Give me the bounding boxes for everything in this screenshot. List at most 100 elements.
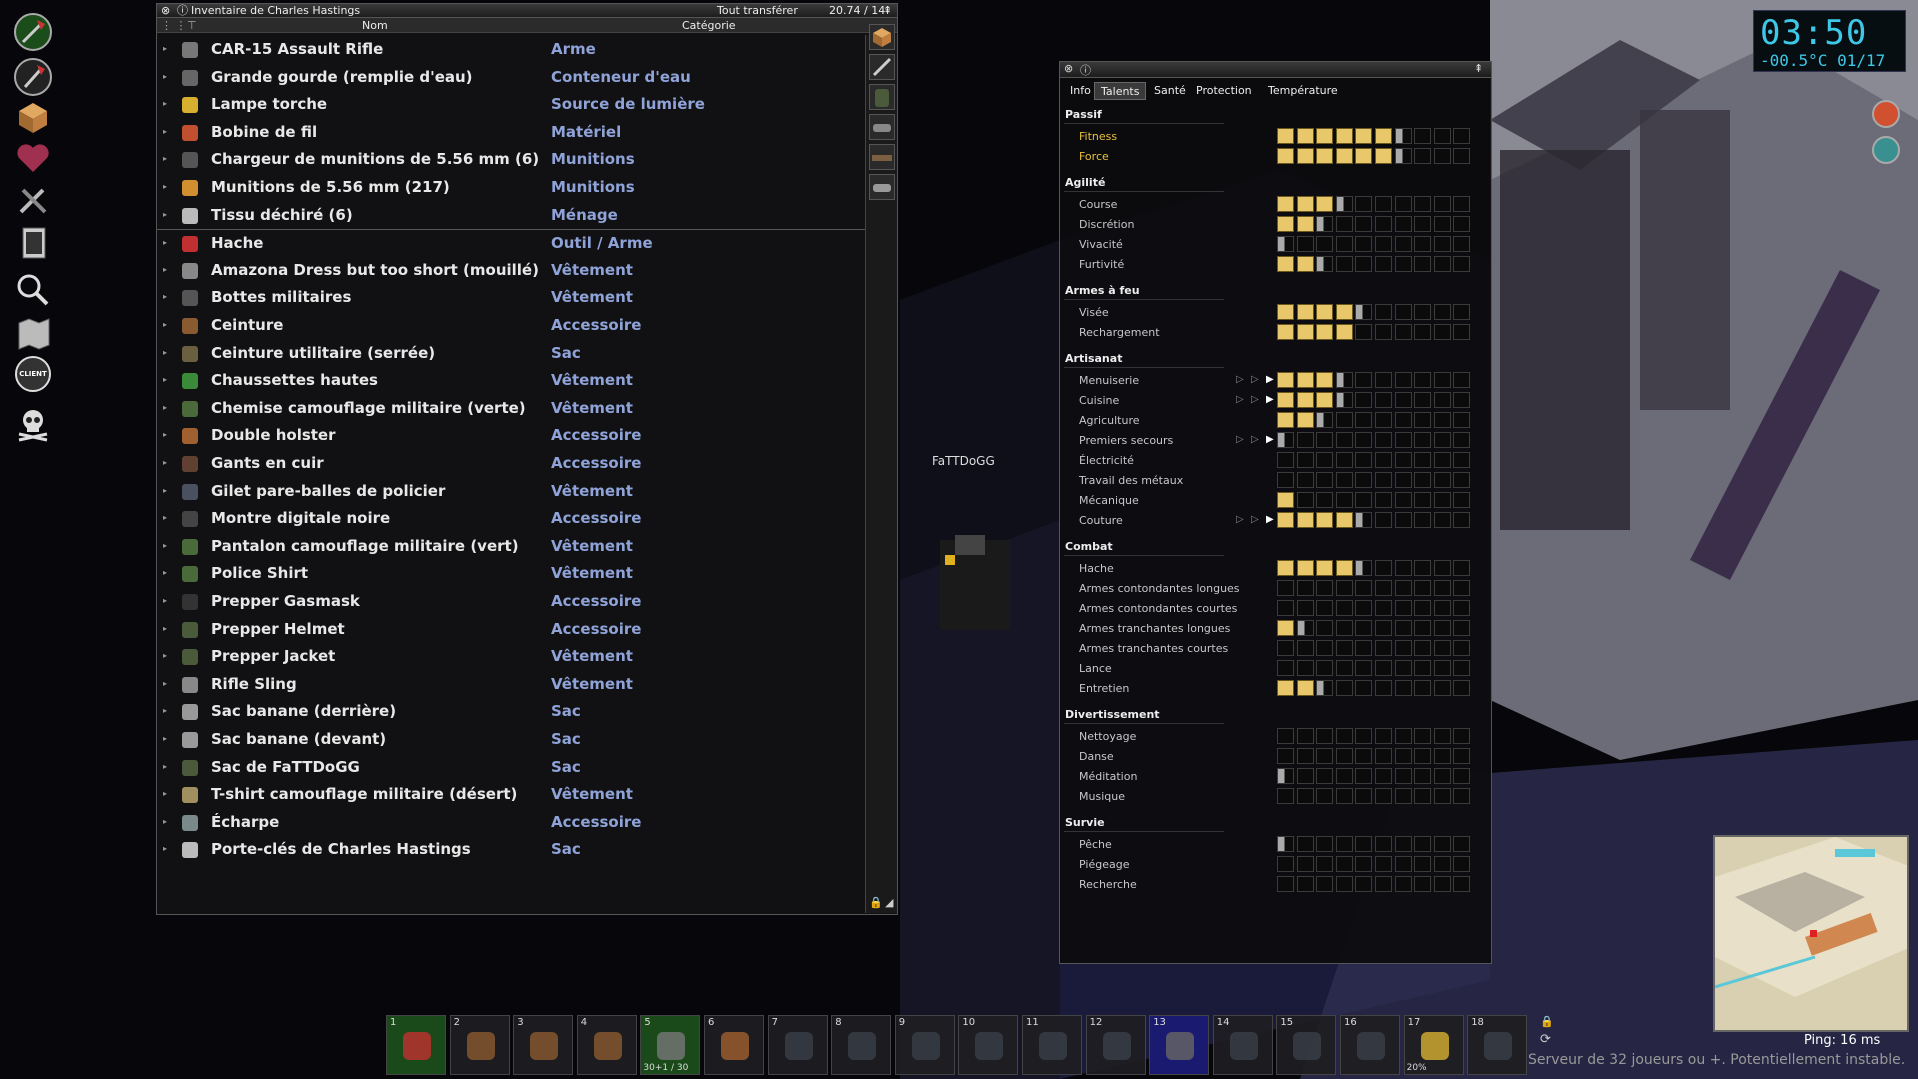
lock-icon[interactable]: 🔒 bbox=[869, 896, 883, 909]
inventory-item-row[interactable]: ▸ Pantalon camouflage militaire (vert) Vêt… bbox=[157, 533, 867, 560]
hotbar-slot[interactable]: 1 bbox=[386, 1015, 446, 1075]
expand-arrow-icon[interactable]: ▸ bbox=[163, 292, 167, 301]
info-icon[interactable]: ⓘ bbox=[1080, 62, 1091, 78]
expand-arrow-icon[interactable]: ▸ bbox=[163, 734, 167, 743]
mood-status-icon[interactable] bbox=[1872, 100, 1900, 128]
inventory-item-row[interactable]: ▸ Lampe torche Source de lumière bbox=[157, 91, 867, 118]
inventory-item-row[interactable]: ▸ Ceinture Accessoire bbox=[157, 312, 867, 339]
expand-arrow-icon[interactable]: ▸ bbox=[163, 486, 167, 495]
expand-arrow-icon[interactable]: ▸ bbox=[163, 541, 167, 550]
expand-arrow-icon[interactable]: ▸ bbox=[163, 154, 167, 163]
health-icon[interactable] bbox=[10, 138, 56, 178]
temperature-status-icon[interactable] bbox=[1872, 136, 1900, 164]
inventory-item-row[interactable]: ▸ Montre digitale noire Accessoire bbox=[157, 505, 867, 532]
column-name-header[interactable]: Nom bbox=[362, 18, 388, 33]
hotbar-slot[interactable]: 7 bbox=[767, 1015, 828, 1075]
character-titlebar[interactable]: ⊗ ⓘ ⇞ bbox=[1060, 62, 1491, 78]
inventory-item-row[interactable]: ▸ Porte-clés de Charles Hastings Sac bbox=[157, 836, 867, 863]
tab-température[interactable]: Température bbox=[1262, 82, 1344, 100]
expand-arrow-icon[interactable]: ▸ bbox=[163, 72, 167, 81]
inventory-item-row[interactable]: ▸ Gants en cuir Accessoire bbox=[157, 450, 867, 477]
expand-arrow-icon[interactable]: ▸ bbox=[163, 182, 167, 191]
inventory-item-row[interactable]: ▸ Tissu déchiré (6) Ménage bbox=[157, 202, 867, 229]
expand-arrow-icon[interactable]: ▸ bbox=[163, 651, 167, 660]
search-icon[interactable] bbox=[10, 270, 56, 310]
hotbar-slot[interactable]: 13 bbox=[1149, 1015, 1210, 1075]
hotbar-slot[interactable]: 5 30+1 / 30 bbox=[640, 1015, 701, 1075]
expand-arrow-icon[interactable]: ▸ bbox=[163, 817, 167, 826]
info-icon[interactable]: ⓘ bbox=[177, 4, 188, 18]
side-container-utility-belt[interactable] bbox=[869, 144, 895, 170]
hotbar-slot[interactable]: 16 bbox=[1340, 1015, 1400, 1075]
client-icon[interactable]: CLIENT bbox=[10, 354, 56, 394]
hotbar-slot[interactable]: 10 bbox=[958, 1015, 1019, 1075]
inventory-item-row[interactable]: ▸ Gilet pare-balles de policier Vêtement bbox=[157, 478, 867, 505]
inventory-item-row[interactable]: ▸ CAR-15 Assault Rifle Arme bbox=[157, 36, 867, 63]
hotbar-slot[interactable]: 14 bbox=[1212, 1015, 1273, 1075]
secondary-hand-button[interactable] bbox=[10, 57, 56, 97]
filter-icon[interactable]: ⊤ bbox=[187, 18, 197, 33]
movable-icon[interactable] bbox=[10, 222, 56, 262]
hotbar-slot[interactable]: 17 20% bbox=[1403, 1015, 1464, 1075]
side-container-fannypack-front[interactable] bbox=[869, 174, 895, 200]
inventory-item-row[interactable]: ▸ Prepper Jacket Vêtement bbox=[157, 643, 867, 670]
inventory-item-row[interactable]: ▸ Ceinture utilitaire (serrée) Sac bbox=[157, 340, 867, 367]
hotbar-slot[interactable]: 12 bbox=[1085, 1015, 1146, 1075]
crafting-icon[interactable] bbox=[10, 180, 56, 220]
hotbar-slot[interactable]: 3 bbox=[513, 1015, 574, 1075]
hotbar-slot[interactable]: 4 bbox=[576, 1015, 637, 1075]
expand-arrow-icon[interactable]: ▸ bbox=[163, 513, 167, 522]
inventory-titlebar[interactable]: ⊗ ⓘ Inventaire de Charles Hastings Tout … bbox=[157, 4, 897, 18]
expand-arrow-icon[interactable]: ▸ bbox=[163, 265, 167, 274]
expand-arrow-icon[interactable]: ▸ bbox=[163, 375, 167, 384]
hotbar-lock-icon[interactable]: 🔒 bbox=[1540, 1015, 1554, 1028]
inventory-item-row[interactable]: ▸ Hache Outil / Arme bbox=[157, 229, 867, 256]
expand-arrow-icon[interactable]: ▸ bbox=[163, 679, 167, 688]
map-icon[interactable] bbox=[10, 313, 56, 353]
close-icon[interactable]: ⊗ bbox=[1064, 62, 1073, 75]
expand-arrow-icon[interactable]: ▸ bbox=[163, 844, 167, 853]
expand-arrow-icon[interactable]: ▸ bbox=[163, 403, 167, 412]
inventory-item-row[interactable]: ▸ Sac banane (derrière) Sac bbox=[157, 698, 867, 725]
minimap[interactable] bbox=[1713, 835, 1909, 1032]
hotbar-refresh-icon[interactable]: ⟳ bbox=[1540, 1032, 1551, 1047]
expand-arrow-icon[interactable]: ▸ bbox=[163, 706, 167, 715]
inventory-item-row[interactable]: ▸ Chemise camouflage militaire (verte) Vêt… bbox=[157, 395, 867, 422]
collapse-icon[interactable]: ⇞ bbox=[883, 4, 892, 18]
hotbar-slot[interactable]: 18 bbox=[1467, 1015, 1528, 1075]
skull-icon[interactable] bbox=[10, 404, 56, 444]
tab-protection[interactable]: Protection bbox=[1190, 82, 1258, 100]
tab-info[interactable]: Info bbox=[1064, 82, 1097, 100]
expand-arrow-icon[interactable]: ▸ bbox=[163, 320, 167, 329]
expand-arrow-icon[interactable]: ▸ bbox=[163, 624, 167, 633]
hotbar-slot[interactable]: 9 bbox=[894, 1015, 955, 1075]
expand-arrow-icon[interactable]: ▸ bbox=[163, 99, 167, 108]
expand-arrow-icon[interactable]: ▸ bbox=[163, 44, 167, 53]
transfer-all-button[interactable]: Tout transférer bbox=[717, 4, 798, 18]
inventory-item-row[interactable]: ▸ Prepper Gasmask Accessoire bbox=[157, 588, 867, 615]
inventory-item-row[interactable]: ▸ Sac banane (devant) Sac bbox=[157, 726, 867, 753]
expand-arrow-icon[interactable]: ▸ bbox=[163, 127, 167, 136]
inventory-item-row[interactable]: ▸ Chaussettes hautes Vêtement bbox=[157, 367, 867, 394]
inventory-item-row[interactable]: ▸ Bottes militaires Vêtement bbox=[157, 284, 867, 311]
collapse-icon[interactable]: ⇞ bbox=[1474, 62, 1483, 75]
expand-arrow-icon[interactable]: ▸ bbox=[163, 210, 167, 219]
tab-talents[interactable]: Talents bbox=[1094, 82, 1147, 100]
inventory-item-row[interactable]: ▸ Amazona Dress but too short (mouillé) Vê… bbox=[157, 257, 867, 284]
inventory-item-row[interactable]: ▸ Grande gourde (remplie d'eau) Conteneur … bbox=[157, 64, 867, 91]
inventory-item-row[interactable]: ▸ Police Shirt Vêtement bbox=[157, 560, 867, 587]
expand-arrow-icon[interactable]: ▸ bbox=[163, 238, 167, 247]
inventory-item-row[interactable]: ▸ Double holster Accessoire bbox=[157, 422, 867, 449]
hotbar-slot[interactable]: 15 bbox=[1276, 1015, 1337, 1075]
hotbar-slot[interactable]: 11 bbox=[1022, 1015, 1082, 1075]
expand-arrow-icon[interactable]: ▸ bbox=[163, 762, 167, 771]
equipped-weapon-button[interactable] bbox=[10, 12, 56, 52]
expand-arrow-icon[interactable]: ▸ bbox=[163, 789, 167, 798]
expand-arrow-icon[interactable]: ▸ bbox=[163, 348, 167, 357]
side-container-floor[interactable] bbox=[869, 24, 895, 50]
close-icon[interactable]: ⊗ bbox=[161, 4, 170, 18]
column-category-header[interactable]: Catégorie bbox=[682, 18, 736, 33]
tab-santé[interactable]: Santé bbox=[1148, 82, 1192, 100]
side-container-backpack[interactable] bbox=[869, 84, 895, 110]
inventory-icon[interactable] bbox=[10, 97, 56, 137]
